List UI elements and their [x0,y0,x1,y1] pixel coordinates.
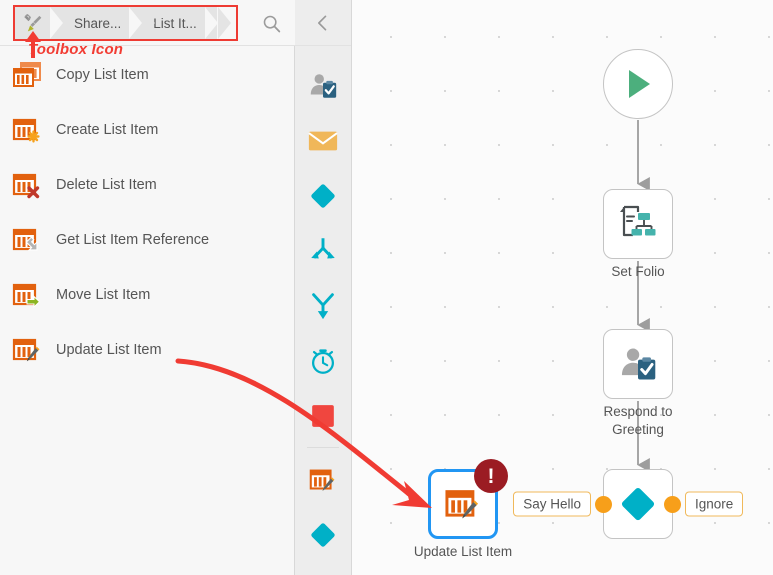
toolbox-item-delete-list-item[interactable]: Delete List Item [0,157,294,212]
breadcrumb-label-list: List It... [153,15,197,31]
delete-list-item-icon [10,168,44,202]
set-folio-icon [620,205,656,237]
get-list-item-reference-icon [10,223,44,257]
decision-icon [311,183,335,208]
strip-item-send-email[interactable] [295,113,351,168]
toolbox-item-move-list-item[interactable]: Move List Item [0,267,294,322]
breadcrumb-item-toolbox[interactable] [14,7,76,39]
node-label: Update List Item [413,544,513,559]
start-node-shape[interactable] [603,49,673,119]
toolbox-item-label: Get List Item Reference [56,231,210,248]
workflow-node-update-list-item[interactable]: ! Update List Item [414,459,512,559]
breadcrumb: Share... List It... [14,7,231,39]
respond-to-greeting-node-shape[interactable] [603,329,673,399]
toolbox-item-label: Create List Item [56,121,159,138]
respond-to-greeting-icon [621,348,656,380]
workflow-connectors [637,120,650,473]
copy-list-item-icon [10,58,44,92]
strip-item-update-list-item[interactable] [295,452,351,507]
search-button[interactable] [258,10,286,38]
strip-divider [307,447,339,448]
chevron-left-icon [318,15,327,30]
toolbox-item-copy-list-item[interactable]: Copy List Item [0,47,294,102]
strip-item-respond-to-greeting[interactable] [295,58,351,113]
branch-label-say-hello[interactable]: Say Hello [513,491,591,517]
toolbox-item-label: Update List Item [56,341,162,358]
update-list-item-node-shape[interactable]: ! [428,459,508,539]
stop-icon [312,404,334,427]
strip-item-diamond[interactable] [295,507,351,562]
send-email-icon [308,131,338,150]
workflow-node-respond-to-greeting[interactable]: Respond to Greeting [603,329,673,437]
branch-label-ignore[interactable]: Ignore [685,491,744,517]
toolbox-item-get-list-item-reference[interactable]: Get List Item Reference [0,212,294,267]
workflow-node-start[interactable] [603,49,673,119]
set-folio-node-shape[interactable] [603,189,673,259]
toolbox-icon [22,12,44,34]
activity-icon-strip [295,0,352,575]
strip-icon-list [295,46,351,562]
toolbox-panel: Share... List It... Toolbox Icon Copy Li… [0,0,295,575]
respond-to-greeting-icon [310,73,337,98]
split-icon [311,237,335,259]
decision-node-shape[interactable] [595,469,681,539]
decision-port-right[interactable] [664,495,681,513]
workflow-node-decision[interactable]: Say Hello Ignore [513,469,744,539]
workflow-canvas[interactable]: Set Folio Respond to Greeting Say Hello … [352,0,773,575]
toolbox-item-label: Delete List Item [56,176,157,193]
strip-item-split[interactable] [295,223,351,278]
toolbox-item-label: Copy List Item [56,66,149,83]
node-label: Set Folio [611,264,665,279]
decision-diamond-icon [621,487,655,521]
move-list-item-icon [10,278,44,312]
update-list-item-icon [445,490,479,519]
collapse-panel-button[interactable] [295,0,351,46]
toolbox-item-list: Copy List Item Create List Item Delete L… [0,47,294,377]
toolbox-header: Share... List It... [0,0,295,46]
search-icon [263,15,281,33]
create-list-item-icon [10,113,44,147]
strip-item-stop[interactable] [295,388,351,443]
workflow-designer: Share... List It... Toolbox Icon Copy Li… [0,0,773,575]
toolbox-item-label: Move List Item [56,286,151,303]
strip-item-timer[interactable] [295,333,351,388]
diamond-icon [311,522,335,547]
toolbox-item-update-list-item[interactable]: Update List Item [0,322,294,377]
toolbox-item-create-list-item[interactable]: Create List Item [0,102,294,157]
decision-port-left[interactable] [595,495,612,513]
node-label: Respond to Greeting [603,404,673,437]
strip-item-merge[interactable] [295,278,351,333]
update-list-item-icon [10,333,44,367]
strip-item-decision[interactable] [295,168,351,223]
error-badge[interactable]: ! [474,459,508,493]
workflow-node-set-folio[interactable]: Set Folio [603,189,673,279]
breadcrumb-label-share: Share... [74,15,122,31]
update-list-item-icon [309,469,335,491]
merge-icon [312,292,334,319]
play-icon [629,70,650,98]
timer-icon [311,348,335,374]
